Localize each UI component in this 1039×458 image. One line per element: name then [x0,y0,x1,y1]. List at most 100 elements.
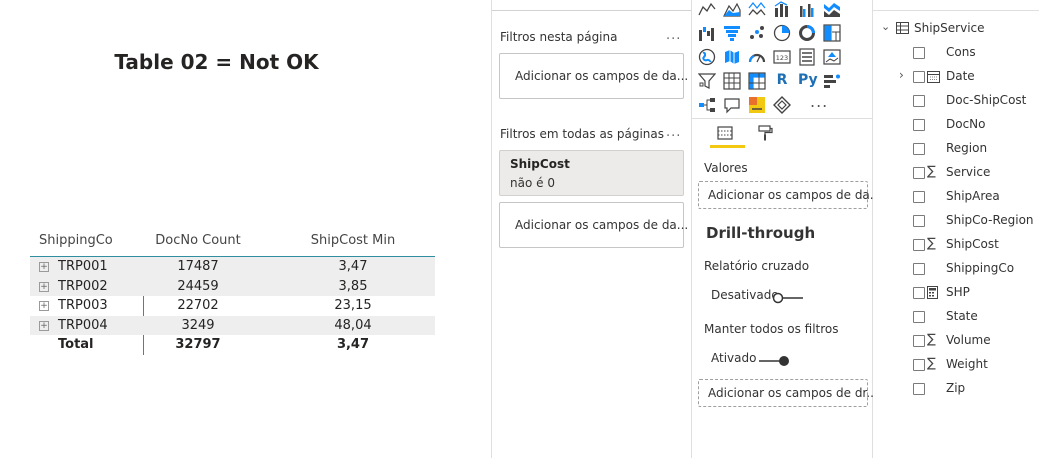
all-filters-more-button[interactable]: ... [666,125,681,140]
field-shiparea[interactable]: ShipArea [873,187,1039,207]
field-docno[interactable]: DocNo [873,115,1039,135]
kpi-icon[interactable] [823,48,841,66]
field-cons[interactable]: Cons [873,43,1039,63]
card-icon[interactable]: 123 [773,48,791,66]
cell-count: 3249 [181,317,215,333]
field-shipco-region[interactable]: ShipCo-Region [873,211,1039,231]
page-filters-more-button[interactable]: ... [666,28,681,43]
total-label: Total [58,337,94,352]
expand-icon[interactable]: + [39,301,49,311]
more-visuals-button[interactable]: ... [810,92,828,111]
matrix-visual[interactable]: ShippingCo DocNo Count ShipCost Min + TR… [30,226,435,355]
field-checkbox[interactable] [913,95,925,107]
cross-report-label: Relatório cruzado [704,259,810,273]
expand-icon[interactable]: + [39,281,49,292]
table-row[interactable]: + TRP001 17487 3,47 [30,257,435,277]
field-volume[interactable]: ∑ Volume [873,331,1039,351]
filters-page-section-title: Filtros nesta página [500,30,618,44]
field-checkbox[interactable] [913,71,925,83]
keep-filters-toggle[interactable] [758,352,790,366]
field-zip[interactable]: Zip [873,379,1039,399]
field-table-shipservice[interactable]: ⌄ ShipService [879,19,1039,39]
values-drop-well[interactable]: Adicionar os campos de da... [698,181,881,209]
drill-through-drop-well[interactable]: Adicionar os campos de dr... [698,379,878,407]
field-checkbox[interactable] [913,143,925,155]
field-service[interactable]: ∑ Service [873,163,1039,183]
format-paint-roller-icon[interactable] [756,124,774,142]
gauge-icon[interactable] [748,48,766,66]
stacked-column-line-icon[interactable] [773,0,791,18]
field-checkbox[interactable] [913,191,925,203]
key-influencers-icon[interactable] [823,72,841,90]
field-checkbox[interactable] [913,287,925,299]
field-date[interactable]: › Date [873,67,1039,87]
filter-card-shipcost[interactable]: ShipCost não é 0 [499,150,684,196]
field-shp[interactable]: SHP [873,283,1039,303]
waterfall-chart-icon[interactable] [698,24,716,42]
field-checkbox[interactable] [913,167,925,179]
all-filters-drop-well[interactable]: Adicionar os campos de da... [499,202,688,248]
calendar-icon [927,68,941,87]
table-row[interactable]: + TRP002 24459 3,85 [30,276,435,296]
matrix-header: ShippingCo DocNo Count ShipCost Min [30,226,435,257]
field-checkbox[interactable] [913,239,925,251]
donut-chart-icon[interactable] [798,24,816,42]
table-row[interactable]: + TRP004 3249 48,04 [30,315,435,335]
field-shippingco[interactable]: ShippingCo [873,259,1039,279]
python-visual-icon[interactable]: Py [798,72,818,90]
qa-visual-icon[interactable] [723,96,741,114]
treemap-icon[interactable] [823,24,841,42]
field-doc-shipcost[interactable]: Doc-ShipCost [873,91,1039,111]
matrix-icon[interactable] [748,72,766,90]
chevron-right-icon[interactable]: › [899,68,904,82]
table-row[interactable]: + TRP003 22702 23,15 [30,296,435,316]
cross-report-toggle[interactable] [772,289,804,304]
field-label: ShippingCo [946,261,1015,275]
field-state[interactable]: State [873,307,1039,327]
smart-narrative-icon[interactable] [748,96,766,114]
cell-min: 23,15 [334,298,372,313]
page-filters-drop-well[interactable]: Adicionar os campos de da... [499,53,688,99]
pie-chart-icon[interactable] [773,24,791,42]
column-header-docno-count[interactable]: DocNo Count [148,233,248,248]
table-name: ShipService [914,21,985,35]
filled-map-icon[interactable] [723,48,741,66]
table-icon[interactable] [723,72,741,90]
column-header-shippingco[interactable]: ShippingCo [39,233,113,248]
field-region[interactable]: Region [873,139,1039,159]
table-icon [896,22,909,37]
line-chart-icon[interactable] [698,0,716,18]
sum-icon: ∑ [927,356,936,371]
field-checkbox[interactable] [913,119,925,131]
field-checkbox[interactable] [913,263,925,275]
decomposition-tree-icon[interactable] [698,96,716,114]
scatter-chart-icon[interactable] [748,24,766,42]
area-chart-icon[interactable] [723,0,741,18]
expand-icon[interactable]: + [39,262,49,272]
field-checkbox[interactable] [913,47,925,59]
power-apps-icon[interactable] [773,96,791,114]
chevron-down-icon[interactable]: ⌄ [881,20,890,33]
report-title: Table 02 = Not OK [114,50,319,74]
field-checkbox[interactable] [913,311,925,323]
column-header-shipcost-min[interactable]: ShipCost Min [288,233,418,248]
ribbon-chart-icon[interactable] [823,0,841,18]
field-weight[interactable]: ∑ Weight [873,355,1039,375]
field-checkbox[interactable] [913,383,925,395]
field-checkbox[interactable] [913,359,925,371]
r-visual-icon[interactable]: R [773,72,791,90]
map-icon[interactable] [698,48,716,66]
multi-row-card-icon[interactable] [798,48,816,66]
clustered-column-line-icon[interactable] [798,0,816,18]
slicer-icon[interactable] [698,72,716,90]
values-label: Valores [704,161,748,175]
field-shipcost[interactable]: ∑ ShipCost [873,235,1039,255]
line-area-icon[interactable] [748,0,766,18]
funnel-chart-icon[interactable] [723,24,741,42]
active-tab-indicator [710,145,745,148]
field-checkbox[interactable] [913,335,925,347]
expand-icon[interactable]: + [39,320,49,331]
field-checkbox[interactable] [913,215,925,227]
visualizations-pane: 123 R Py ... Valores Adicionar os campos d… [692,0,881,458]
fields-tab-icon[interactable] [716,124,734,142]
